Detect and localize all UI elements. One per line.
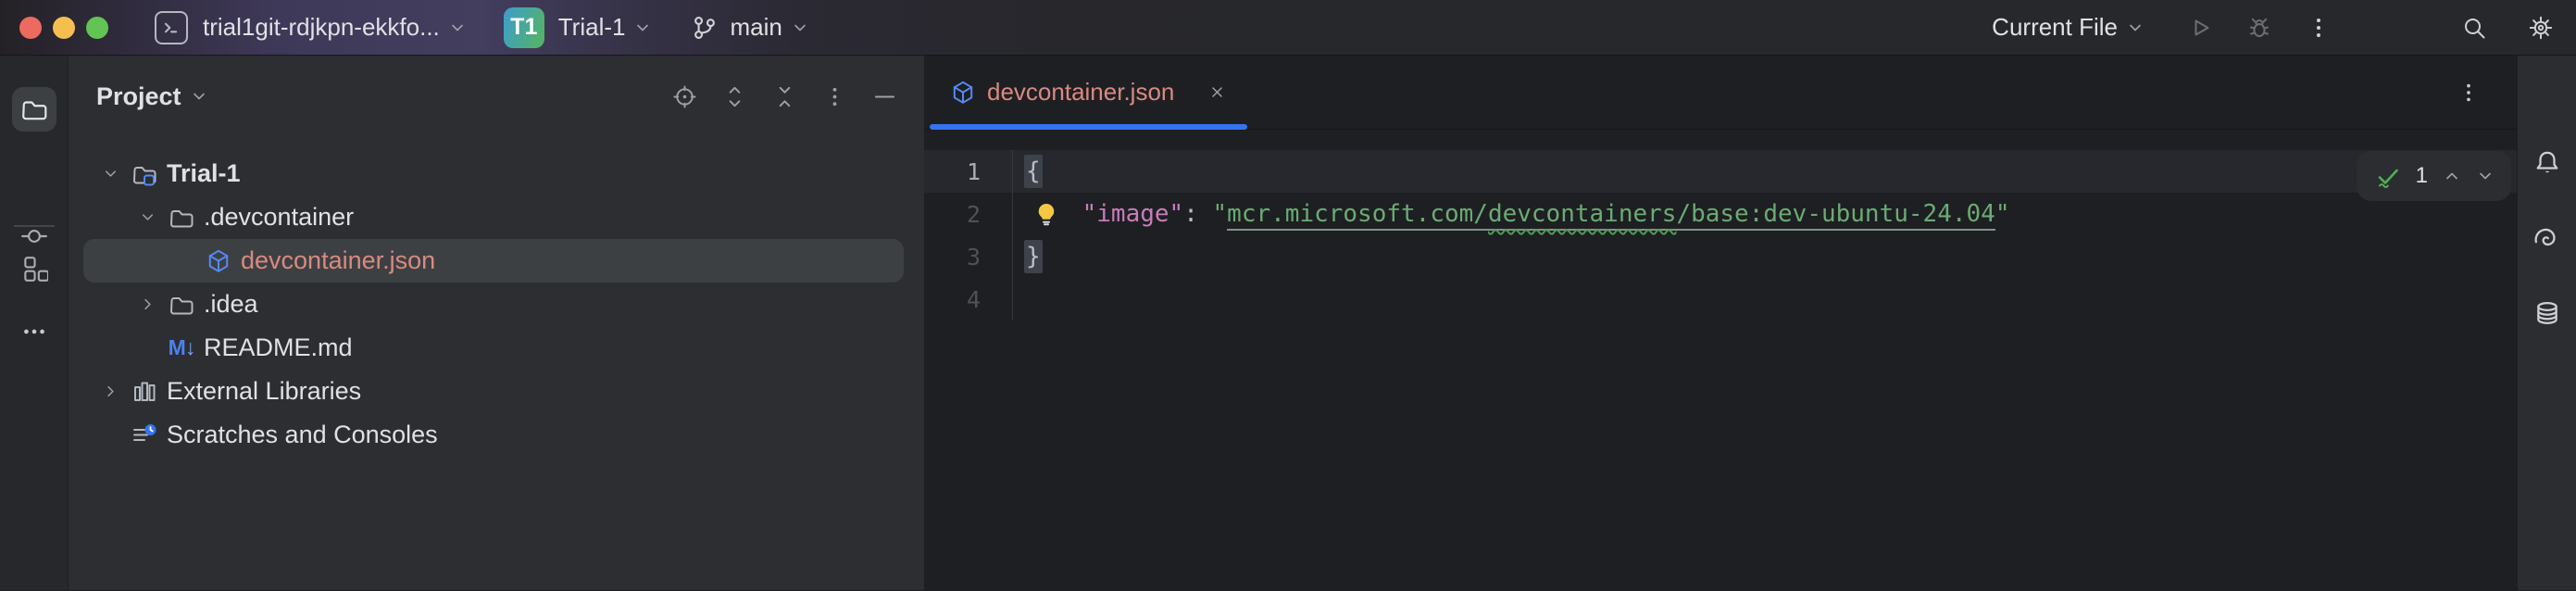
window-controls <box>19 17 108 39</box>
chevron-down-icon <box>633 19 652 37</box>
cube-icon <box>206 248 231 274</box>
line-number: 4 <box>924 278 1013 321</box>
chevron-down-icon <box>190 87 208 106</box>
line-number: 1 <box>924 150 1013 193</box>
previous-problem-chevron-up-icon[interactable] <box>2443 167 2461 185</box>
tree-item-label: Trial-1 <box>167 159 241 188</box>
search-everywhere-icon[interactable] <box>2456 9 2493 46</box>
code-line-2[interactable]: 2 "image": "mcr.microsoft.com/devcontain… <box>924 193 2517 235</box>
debug-button[interactable] <box>2241 9 2278 46</box>
tree-item-label: .idea <box>204 290 258 319</box>
panel-options-kebab-icon[interactable] <box>819 81 850 112</box>
project-tree: Trial-1 .devcontainer devcontainer.json .id… <box>69 152 924 457</box>
project-toolwindow-icon[interactable] <box>12 87 56 132</box>
code-line-3[interactable]: 3} <box>924 235 2517 278</box>
tree-item-devcontainer[interactable]: .devcontainer <box>83 195 904 239</box>
folder-icon <box>169 292 194 318</box>
tab-options-kebab-icon[interactable] <box>2452 76 2485 109</box>
code-line-1[interactable]: 1{ <box>924 150 2517 193</box>
project-panel-header: Project <box>69 56 924 137</box>
line-number: 2 <box>924 193 1013 235</box>
run-config-badge: T1 <box>504 7 544 48</box>
tree-item-label: .devcontainer <box>204 203 354 232</box>
expand-all-icon[interactable] <box>719 81 750 112</box>
notifications-bell-icon[interactable] <box>2527 142 2568 182</box>
project-panel-title[interactable]: Project <box>96 82 181 111</box>
project-switcher[interactable]: trial1git-rdjkpn-ekkfo... <box>155 11 467 44</box>
tree-item-label: README.md <box>204 333 353 362</box>
tree-item-label: Scratches and Consoles <box>167 421 438 449</box>
tree-item-devcontainer-json[interactable]: devcontainer.json <box>83 239 904 283</box>
ai-assistant-swirl-icon[interactable] <box>2527 218 2568 258</box>
tree-item-readme-md[interactable]: M↓ README.md <box>83 326 904 370</box>
tree-item-label: devcontainer.json <box>241 246 435 275</box>
right-toolwindow-stripe <box>2517 56 2576 590</box>
library-icon <box>131 379 157 405</box>
tree-item-label: External Libraries <box>167 377 361 406</box>
folder-project-icon <box>131 161 157 187</box>
collapse-all-icon[interactable] <box>769 81 800 112</box>
run-configuration-selector[interactable]: T1 Trial-1 <box>504 7 653 48</box>
code-line-4[interactable]: 4 <box>924 278 2517 321</box>
code-editor[interactable]: 1{2 "image": "mcr.microsoft.com/devconta… <box>924 130 2517 321</box>
more-actions-kebab-icon[interactable] <box>2300 9 2337 46</box>
maximize-window-button[interactable] <box>86 17 108 39</box>
code-line-text: "image": "mcr.microsoft.com/devcontainer… <box>1013 200 2009 228</box>
editor-area: devcontainer.json 1{2 "image": "mcr.micr… <box>924 56 2517 590</box>
line-number: 3 <box>924 235 1013 278</box>
git-branch-icon <box>691 14 719 42</box>
code-line-text: } <box>1013 243 1043 270</box>
chevron-down-icon[interactable] <box>96 165 124 182</box>
select-opened-file-icon[interactable] <box>669 81 700 112</box>
editor-tab-devcontainer-json[interactable]: devcontainer.json <box>930 56 1247 129</box>
vcs-branch-widget[interactable]: main <box>691 13 808 42</box>
close-tab-icon[interactable] <box>1207 82 1227 102</box>
inspections-widget[interactable]: 1 <box>2357 151 2511 201</box>
devcontainer-cube-icon <box>950 80 976 106</box>
title-bar: trial1git-rdjkpn-ekkfo... T1 Trial-1 mai… <box>0 0 2576 56</box>
stripe-divider <box>14 225 55 227</box>
project-panel: Project Trial-1 .devcontainer devcontainer… <box>69 56 924 590</box>
run-config-name: Trial-1 <box>558 13 626 42</box>
project-switcher-label: trial1git-rdjkpn-ekkfo... <box>203 13 440 42</box>
next-problem-chevron-down-icon[interactable] <box>2476 167 2495 185</box>
inspections-count: 1 <box>2416 163 2428 189</box>
run-mode-selector[interactable]: Current File <box>1992 13 2145 42</box>
tab-label: devcontainer.json <box>987 78 1174 107</box>
chevron-down-icon[interactable] <box>133 208 161 226</box>
terminal-project-icon <box>155 11 188 44</box>
inspections-ok-check-icon <box>2373 162 2401 190</box>
chevron-down-icon <box>2126 19 2145 37</box>
intention-lightbulb-icon[interactable] <box>1033 201 1059 227</box>
scratches-icon <box>131 422 157 448</box>
branch-name: main <box>730 13 782 42</box>
tree-item-external-libraries[interactable]: External Libraries <box>83 370 904 413</box>
run-mode-label: Current File <box>1992 13 2118 42</box>
editor-tab-bar: devcontainer.json <box>924 56 2517 130</box>
code-line-text: { <box>1013 157 1043 185</box>
markdown-icon: M↓ <box>169 335 194 361</box>
chevron-right-icon[interactable] <box>96 383 124 400</box>
left-toolwindow-stripe <box>0 56 69 590</box>
database-toolwindow-icon[interactable] <box>2527 293 2568 333</box>
more-toolwindows-icon[interactable] <box>14 311 55 352</box>
hide-panel-icon[interactable] <box>869 81 900 112</box>
tree-item-idea[interactable]: .idea <box>83 283 904 326</box>
tree-item-scratches-and-consoles[interactable]: Scratches and Consoles <box>83 413 904 457</box>
chevron-down-icon <box>791 19 809 37</box>
settings-gear-icon[interactable] <box>2522 9 2559 46</box>
folder-icon <box>169 205 194 231</box>
structure-toolwindow-icon[interactable] <box>14 248 55 289</box>
tree-item-trial-1[interactable]: Trial-1 <box>83 152 904 195</box>
chevron-down-icon <box>448 19 467 37</box>
close-window-button[interactable] <box>19 17 42 39</box>
chevron-right-icon[interactable] <box>133 296 161 313</box>
minimize-window-button[interactable] <box>53 17 75 39</box>
run-button[interactable] <box>2182 9 2219 46</box>
